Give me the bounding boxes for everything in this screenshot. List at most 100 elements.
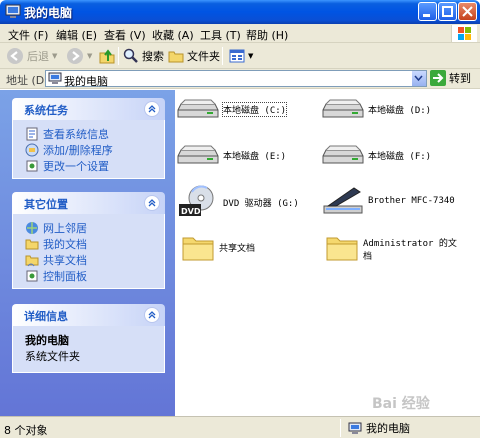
maximize-button[interactable] [438, 2, 457, 21]
drive-icon [322, 99, 364, 118]
scanner-icon [323, 187, 363, 214]
chevron-down-icon: ▼ [248, 52, 254, 60]
details-header[interactable]: 详细信息 [12, 304, 165, 326]
folders-button[interactable]: 文件夹 [168, 46, 220, 66]
title-bar[interactable]: 我的电脑 [0, 0, 480, 24]
go-label: 转到 [449, 72, 471, 85]
task-change-setting[interactable]: 更改一个设置 [25, 158, 164, 174]
drive-icon [177, 145, 219, 164]
control-panel-icon [26, 160, 38, 172]
toolbar: 后退 ▼ ▼ 搜索 文件夹 ▼ [0, 43, 480, 69]
back-button[interactable]: 后退 ▼ [6, 46, 57, 66]
forward-button[interactable]: ▼ [66, 46, 92, 66]
up-folder-icon [99, 49, 115, 64]
control-panel-icon [26, 270, 38, 282]
drive-f[interactable]: 本地磁盘 (F:) [322, 144, 431, 166]
administrator-documents-folder[interactable]: Administrator 的文 档 [325, 230, 457, 264]
status-bar: 8 个对象 我的电脑 [0, 416, 480, 438]
search-button[interactable]: 搜索 [123, 46, 164, 66]
item-label: 本地磁盘 (C:) [221, 101, 288, 117]
dvd-icon: DVD [179, 185, 214, 216]
task-add-remove-programs[interactable]: 添加/删除程序 [25, 142, 164, 158]
item-label: 本地磁盘 (D:) [368, 105, 432, 116]
minimize-button[interactable] [418, 2, 437, 21]
menu-tools[interactable]: 工具 (T) [200, 27, 241, 43]
place-my-documents[interactable]: 我的文档 [25, 236, 164, 252]
address-input[interactable]: 我的电脑 [45, 70, 427, 88]
drive-e[interactable]: 本地磁盘 (E:) [177, 144, 286, 166]
scanner-brother[interactable]: Brother MFC-7340 [322, 186, 455, 216]
collapse-icon[interactable] [144, 195, 160, 211]
toolbar-separator [222, 47, 223, 65]
collapse-icon[interactable] [144, 101, 160, 117]
system-info-icon [26, 127, 38, 141]
item-label: 本地磁盘 (F:) [368, 151, 432, 162]
address-label: 地址 (D) [6, 74, 49, 87]
item-label: 共享文档 [219, 243, 256, 254]
place-label: 控制面板 [43, 270, 87, 283]
other-places-header[interactable]: 其它位置 [12, 192, 165, 214]
place-label: 我的文档 [43, 238, 87, 251]
task-label: 添加/删除程序 [43, 144, 113, 157]
search-label: 搜索 [142, 50, 164, 63]
network-places-icon [26, 222, 38, 234]
chevron-down-icon [414, 75, 423, 82]
address-bar: 地址 (D) 我的电脑 转到 [0, 69, 480, 89]
panel-title: 其它位置 [24, 198, 68, 211]
shared-documents-folder[interactable]: 共享文档 [181, 230, 255, 264]
collapse-icon[interactable] [144, 307, 160, 323]
menu-help[interactable]: 帮助 (H) [246, 27, 288, 43]
my-computer-icon [348, 422, 362, 434]
views-button[interactable]: ▼ [229, 46, 253, 66]
task-view-system-info[interactable]: 查看系统信息 [25, 126, 164, 142]
drive-icon [177, 99, 219, 118]
my-computer-icon [48, 72, 62, 84]
place-network[interactable]: 网上邻居 [25, 220, 164, 236]
toolbar-separator [118, 47, 119, 65]
address-dropdown-button[interactable] [411, 71, 426, 86]
menu-file[interactable]: 文件 (F) [8, 27, 48, 43]
object-count: 8 个对象 [4, 424, 48, 437]
status-divider [340, 419, 341, 437]
panel-title: 详细信息 [24, 310, 68, 323]
my-computer-icon [5, 4, 21, 19]
chevron-down-icon: ▼ [52, 52, 58, 60]
close-button[interactable] [458, 2, 477, 21]
watermark: Bai 经验 [372, 396, 430, 412]
shared-folder-icon [25, 255, 39, 267]
system-tasks-header[interactable]: 系统任务 [12, 98, 165, 120]
menu-edit[interactable]: 编辑 (E) [56, 27, 97, 43]
drive-d[interactable]: 本地磁盘 (D:) [322, 98, 431, 120]
folder-icon [182, 237, 214, 261]
views-icon [229, 49, 245, 63]
drive-c[interactable]: 本地磁盘 (C:) [177, 98, 288, 120]
up-folder-button[interactable] [98, 46, 116, 66]
folder-icon [168, 51, 184, 63]
back-label: 后退 [27, 50, 49, 63]
place-control-panel[interactable]: 控制面板 [25, 268, 164, 284]
go-button[interactable]: 转到 [430, 70, 471, 86]
window-title: 我的电脑 [24, 6, 73, 20]
menu-bar: 文件 (F) 编辑 (E) 查看 (V) 收藏 (A) 工具 (T) 帮助 (H… [0, 24, 480, 43]
svg-text:DVD: DVD [181, 207, 201, 216]
dvd-drive-g[interactable]: DVD DVD 驱动器 (G:) [177, 184, 299, 220]
place-shared-documents[interactable]: 共享文档 [25, 252, 164, 268]
go-arrow-icon [430, 70, 446, 86]
panel-title: 系统任务 [24, 104, 68, 117]
documents-folder-icon [25, 239, 39, 250]
place-label: 共享文档 [43, 254, 87, 267]
address-value: 我的电脑 [64, 75, 108, 88]
item-label: Administrator 的文 [363, 239, 457, 249]
menu-favorites[interactable]: 收藏 (A) [152, 27, 194, 43]
details-panel: 详细信息 我的电脑 系统文件夹 [12, 304, 165, 373]
other-places-body: 网上邻居 我的文档 共享文档 控制面板 [12, 214, 165, 289]
item-label-group: Administrator 的文 档 [363, 230, 457, 262]
item-label: Brother MFC-7340 [368, 196, 455, 206]
content-area: 本地磁盘 (C:) 本地磁盘 (D:) 本地磁盘 (E:) 本地磁盘 (F:) … [175, 90, 480, 416]
system-tasks-panel: 系统任务 查看系统信息 添加/删除程序 更改一个设置 [12, 98, 165, 179]
menu-view[interactable]: 查看 (V) [104, 27, 146, 43]
status-location-label: 我的电脑 [366, 422, 410, 435]
folders-label: 文件夹 [187, 50, 220, 63]
drive-icon [322, 145, 364, 164]
folder-icon [326, 237, 358, 261]
